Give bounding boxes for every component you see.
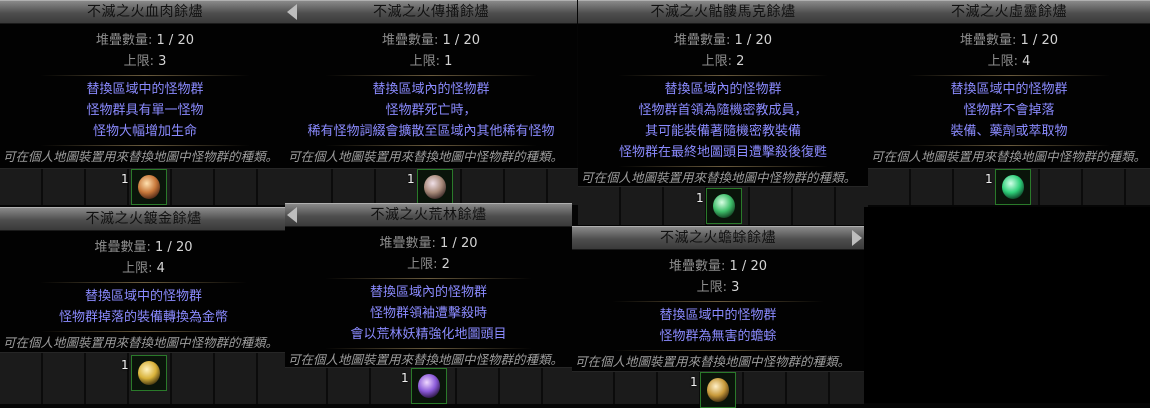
stack-size: 堆疊數量: 1 / 20 (960, 33, 1058, 48)
arrow-left-icon (287, 207, 297, 223)
stack-size: 堆疊數量: 1 / 20 (379, 236, 478, 251)
mod-line: 怪物群具有單一怪物 (86, 103, 204, 118)
tooltip-toad-ember: 不滅之火蟾蜍餘燼 堆疊數量: 1 / 20 上限: 3 替換區域中的怪物群 怪物… (572, 226, 864, 371)
stack-count: 1 (690, 375, 698, 389)
tooltip-spectral-ember: 不滅之火虛靈餘燼 堆疊數量: 1 / 20 上限: 4 替換區域中的怪物群 怪物… (868, 0, 1150, 168)
tooltip-title: 不滅之火蟾蜍餘燼 (572, 226, 864, 250)
separator (40, 145, 250, 146)
inventory-slot[interactable]: 1 (407, 169, 453, 205)
limit: 上限: 1 (409, 54, 453, 69)
inventory-slot[interactable]: 1 (696, 188, 742, 224)
limit: 上限: 2 (701, 54, 745, 69)
mod-line: 替換區域內的怪物群 (369, 285, 487, 300)
tooltip-title: 不滅之火鍍金餘燼 (0, 207, 287, 231)
limit: 上限: 3 (123, 54, 167, 69)
flavor-text: 可在個人地圖裝置用來替換地圖中怪物群的種類。 (3, 149, 279, 164)
wildwood-ember-icon (418, 374, 440, 398)
separator (40, 282, 247, 283)
stack-size: 堆疊數量: 1 / 20 (96, 33, 194, 48)
stack-count: 1 (401, 371, 409, 385)
mod-line: 怪物群為無害的蟾蜍 (659, 329, 777, 344)
flesh-ember-icon (138, 175, 160, 199)
mod-line: 怪物群首領為隨機密教成員， (638, 103, 808, 118)
tooltip-title: 不滅之火傳播餘燼 (285, 0, 577, 24)
mod-line: 替換區域內的怪物群 (372, 82, 490, 97)
separator (40, 75, 250, 76)
mod-line: 替換區域中的怪物群 (950, 82, 1068, 97)
inventory-slot[interactable]: 1 (121, 355, 167, 391)
tooltip-skull-ember: 不滅之火骷髏馬克餘燼 堆疊數量: 1 / 20 上限: 2 替換區域內的怪物群 … (578, 0, 868, 186)
stack-count: 1 (121, 172, 129, 186)
limit: 上限: 4 (987, 54, 1031, 69)
tooltip-flesh-ember: 不滅之火血肉餘燼 堆疊數量: 1 / 20 上限: 3 替換區域中的怪物群 怪物… (0, 0, 290, 168)
tooltip-title: 不滅之火血肉餘燼 (0, 0, 290, 24)
stack-size: 堆疊數量: 1 / 20 (382, 33, 480, 48)
tooltip-title: 不滅之火虛靈餘燼 (868, 0, 1150, 24)
separator (325, 75, 537, 76)
tooltip-gilded-ember: 不滅之火鍍金餘燼 堆疊數量: 1 / 20 上限: 4 替換區域中的怪物群 怪物… (0, 207, 287, 355)
inventory-slot[interactable]: 1 (401, 368, 447, 404)
flavor-text: 可在個人地圖裝置用來替換地圖中怪物群的種類。 (288, 149, 564, 164)
skull-ember-icon (713, 194, 735, 218)
stack-count: 1 (121, 358, 129, 372)
mod-line: 替換區域中的怪物群 (86, 82, 204, 97)
stack-count: 1 (696, 191, 704, 205)
stack-size: 堆疊數量: 1 / 20 (669, 259, 767, 274)
mod-line: 怪物大幅增加生命 (92, 124, 197, 139)
mod-line: 裝備、藥劑或萃取物 (950, 124, 1068, 139)
inventory-slot[interactable]: 1 (121, 169, 167, 205)
stack-count: 1 (985, 172, 993, 186)
mod-line: 怪物群不會掉落 (963, 103, 1055, 118)
separator (612, 301, 824, 302)
tooltip-spreading-ember: 不滅之火傳播餘燼 堆疊數量: 1 / 20 上限: 1 替換區域內的怪物群 怪物… (285, 0, 577, 168)
flavor-text: 可在個人地圖裝置用來替換地圖中怪物群的種類。 (871, 149, 1147, 164)
limit: 上限: 2 (407, 257, 450, 272)
mod-line: 怪物群掉落的裝備轉換為金幣 (58, 310, 228, 325)
flavor-text: 可在個人地圖裝置用來替換地圖中怪物群的種類。 (581, 170, 857, 185)
tooltip-wildwood-ember: 不滅之火荒林餘燼 堆疊數量: 1 / 20 上限: 2 替換區域內的怪物群 怪物… (285, 203, 572, 368)
separator (325, 278, 532, 279)
toad-ember-icon (707, 378, 729, 402)
separator (40, 331, 247, 332)
mod-line: 怪物群死亡時， (385, 103, 477, 118)
mod-line: 替換區域中的怪物群 (84, 289, 202, 304)
mod-line: 稀有怪物詞綴會擴散至區域內其他稀有怪物 (307, 124, 555, 139)
spreading-ember-icon (424, 175, 446, 199)
limit: 上限: 3 (696, 280, 740, 295)
separator (612, 350, 824, 351)
stack-size: 堆疊數量: 1 / 20 (674, 33, 772, 48)
spectral-ember-icon (1002, 175, 1024, 199)
limit: 上限: 4 (122, 261, 165, 276)
flavor-text: 可在個人地圖裝置用來替換地圖中怪物群的種類。 (288, 352, 564, 367)
mod-line: 其可能裝備著隨機密教裝備 (644, 124, 801, 139)
separator (325, 348, 532, 349)
separator (908, 145, 1110, 146)
mod-line: 替換區域中的怪物群 (659, 308, 777, 323)
arrow-right-icon (852, 230, 862, 246)
mod-line: 替換區域內的怪物群 (664, 82, 782, 97)
flavor-text: 可在個人地圖裝置用來替換地圖中怪物群的種類。 (575, 354, 851, 369)
tooltip-title: 不滅之火荒林餘燼 (285, 203, 572, 227)
flavor-text: 可在個人地圖裝置用來替換地圖中怪物群的種類。 (3, 335, 279, 350)
stack-size: 堆疊數量: 1 / 20 (94, 240, 193, 255)
arrow-left-icon (287, 4, 297, 20)
gilded-ember-icon (138, 361, 160, 385)
separator (618, 75, 828, 76)
inventory-slot[interactable]: 1 (985, 169, 1031, 205)
separator (618, 166, 828, 167)
empty-background (864, 207, 1150, 403)
separator (325, 145, 537, 146)
separator (908, 75, 1110, 76)
mod-line: 怪物群領袖遭擊殺時 (369, 306, 487, 321)
tooltip-title: 不滅之火骷髏馬克餘燼 (578, 0, 868, 24)
stack-count: 1 (407, 172, 415, 186)
mod-line: 會以荒林妖精強化地圖頭目 (350, 327, 507, 342)
mod-line: 怪物群在最終地圖頭目遭擊殺後復甦 (618, 145, 827, 160)
